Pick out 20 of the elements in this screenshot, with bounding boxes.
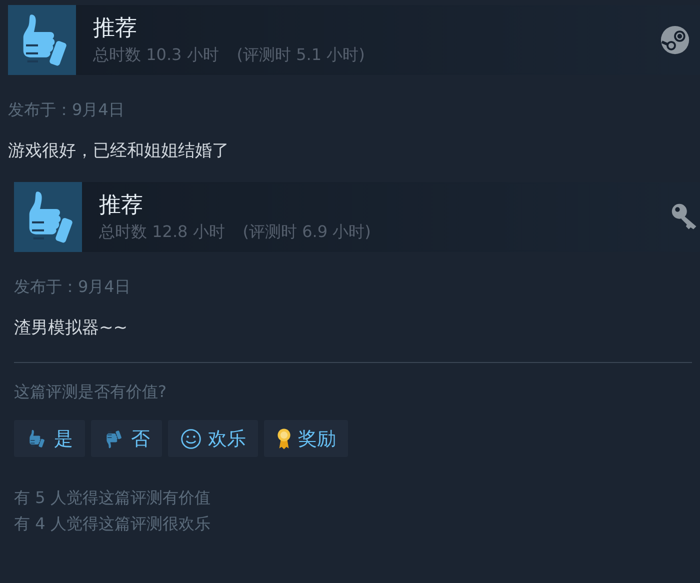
verdict-title: 推荐 xyxy=(93,14,138,42)
medal-icon xyxy=(276,428,292,450)
playtime-text: 总时数 10.3 小时 xyxy=(93,44,219,66)
posted-date: 发布于：9月4日 xyxy=(8,99,126,121)
steam-icon xyxy=(660,25,690,55)
smiley-icon xyxy=(180,428,202,450)
verdict-title: 推荐 xyxy=(99,192,144,220)
helpful-question: 这篇评测是否有价值? xyxy=(14,381,168,403)
vote-button[interactable]: 否 xyxy=(91,420,162,457)
helpful-count: 有 5 人觉得这篇评测有价值 xyxy=(14,487,212,509)
review-playtime-text: (评测时 5.1 小时) xyxy=(236,44,365,66)
playtime-text: 总时数 12.8 小时 xyxy=(99,222,225,242)
vote-button[interactable]: 奖励 xyxy=(264,420,348,457)
vote-button[interactable]: 欢乐 xyxy=(168,420,258,457)
helpful-count: 有 4 人觉得这篇评测很欢乐 xyxy=(14,513,212,535)
posted-date: 发布于：9月4日 xyxy=(14,276,132,298)
vote-button[interactable]: 是 xyxy=(14,420,85,457)
review-playtime-text: (评测时 6.9 小时) xyxy=(242,222,371,242)
review-text: 游戏很好，已经和姐姐结婚了 xyxy=(8,140,230,163)
review-text: 渣男模拟器~~ xyxy=(14,317,128,340)
